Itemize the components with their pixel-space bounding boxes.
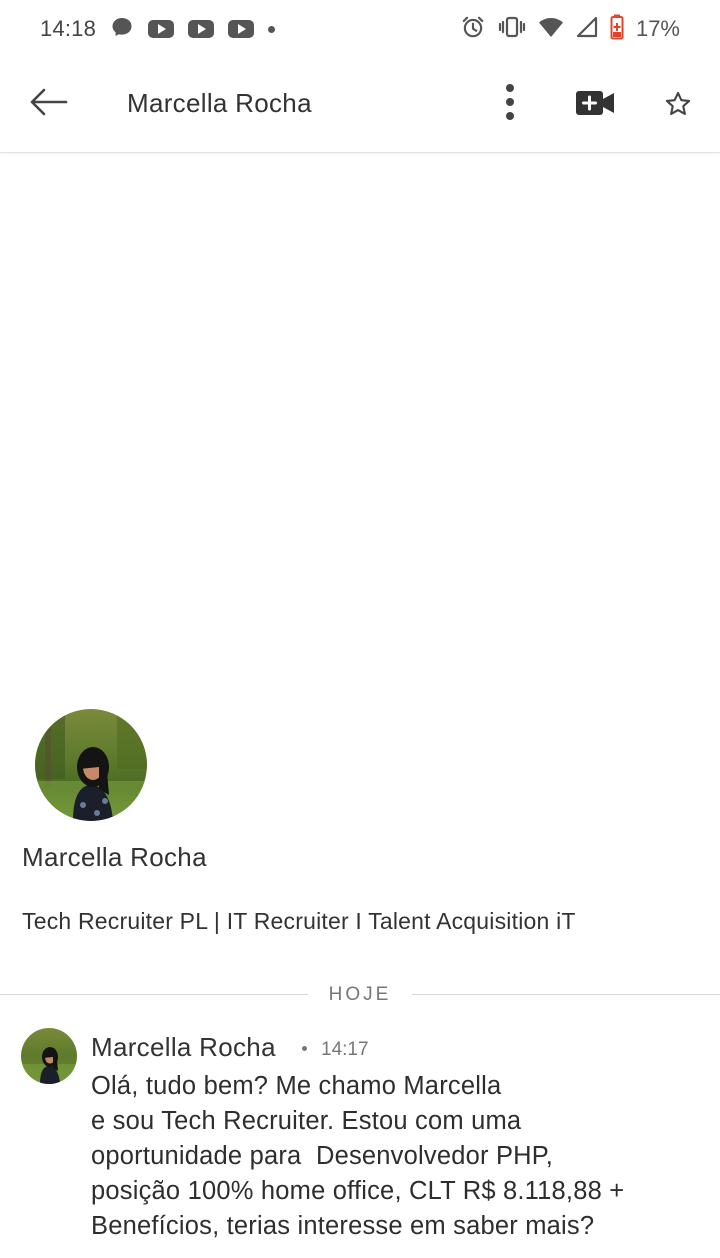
conversation-title: Marcella Rocha (127, 88, 312, 118)
more-vert-icon (506, 84, 514, 120)
date-divider-label: HOJE (328, 984, 392, 1005)
divider-line-left (0, 994, 308, 995)
app-bar: Marcella Rocha (0, 58, 720, 153)
status-left: 14:18 (40, 15, 276, 44)
wifi-icon (538, 16, 564, 43)
status-bar: 14:18 17% (0, 0, 720, 58)
profile-headline: Tech Recruiter PL | IT Recruiter I Talen… (22, 908, 576, 934)
video-call-button[interactable] (572, 86, 618, 120)
back-arrow-icon (30, 88, 68, 116)
message-line: oportunidade para Desenvolvedor PHP, (91, 1142, 553, 1170)
message-sender-avatar[interactable] (21, 1028, 77, 1084)
message-sender-name[interactable]: Marcella Rocha (91, 1032, 276, 1063)
battery-icon (610, 14, 624, 45)
message-timestamp: 14:17 (321, 1039, 369, 1060)
star-button[interactable] (660, 86, 696, 122)
divider-line-right (412, 994, 720, 995)
status-time: 14:18 (40, 16, 97, 41)
date-divider: HOJE (0, 982, 720, 1008)
youtube-icon (188, 20, 215, 38)
message-meta-separator (302, 1046, 307, 1051)
video-call-icon (576, 91, 614, 115)
battery-percentage: 17% (635, 16, 680, 41)
youtube-icon (228, 20, 255, 38)
vibrate-icon (498, 15, 526, 44)
profile-name[interactable]: Marcella Rocha (22, 842, 207, 873)
message-line: e sou Tech Recruiter. Estou com uma (91, 1107, 522, 1135)
profile-avatar[interactable] (35, 709, 147, 821)
profile-photo (35, 709, 147, 821)
status-right: 17% (460, 14, 680, 45)
alarm-icon (460, 14, 486, 45)
youtube-icon (148, 20, 175, 38)
message-line: Olá, tudo bem? Me chamo Marcella (91, 1072, 502, 1100)
message-sender-photo (21, 1028, 77, 1084)
message-line: Benefícios, terias interesse em saber ma… (91, 1212, 595, 1240)
more-notifications-dot (268, 25, 276, 33)
more-options-button[interactable] (494, 80, 526, 124)
star-icon (665, 91, 691, 115)
cell-signal-icon (576, 16, 598, 43)
messenger-icon (110, 15, 134, 44)
message-body: Olá, tudo bem? Me chamo Marcella e sou T… (91, 1069, 701, 1244)
back-button[interactable] (26, 84, 70, 120)
message-line: posição 100% home office, CLT R$ 8.118,8… (91, 1177, 625, 1205)
notification-icons (110, 15, 276, 44)
